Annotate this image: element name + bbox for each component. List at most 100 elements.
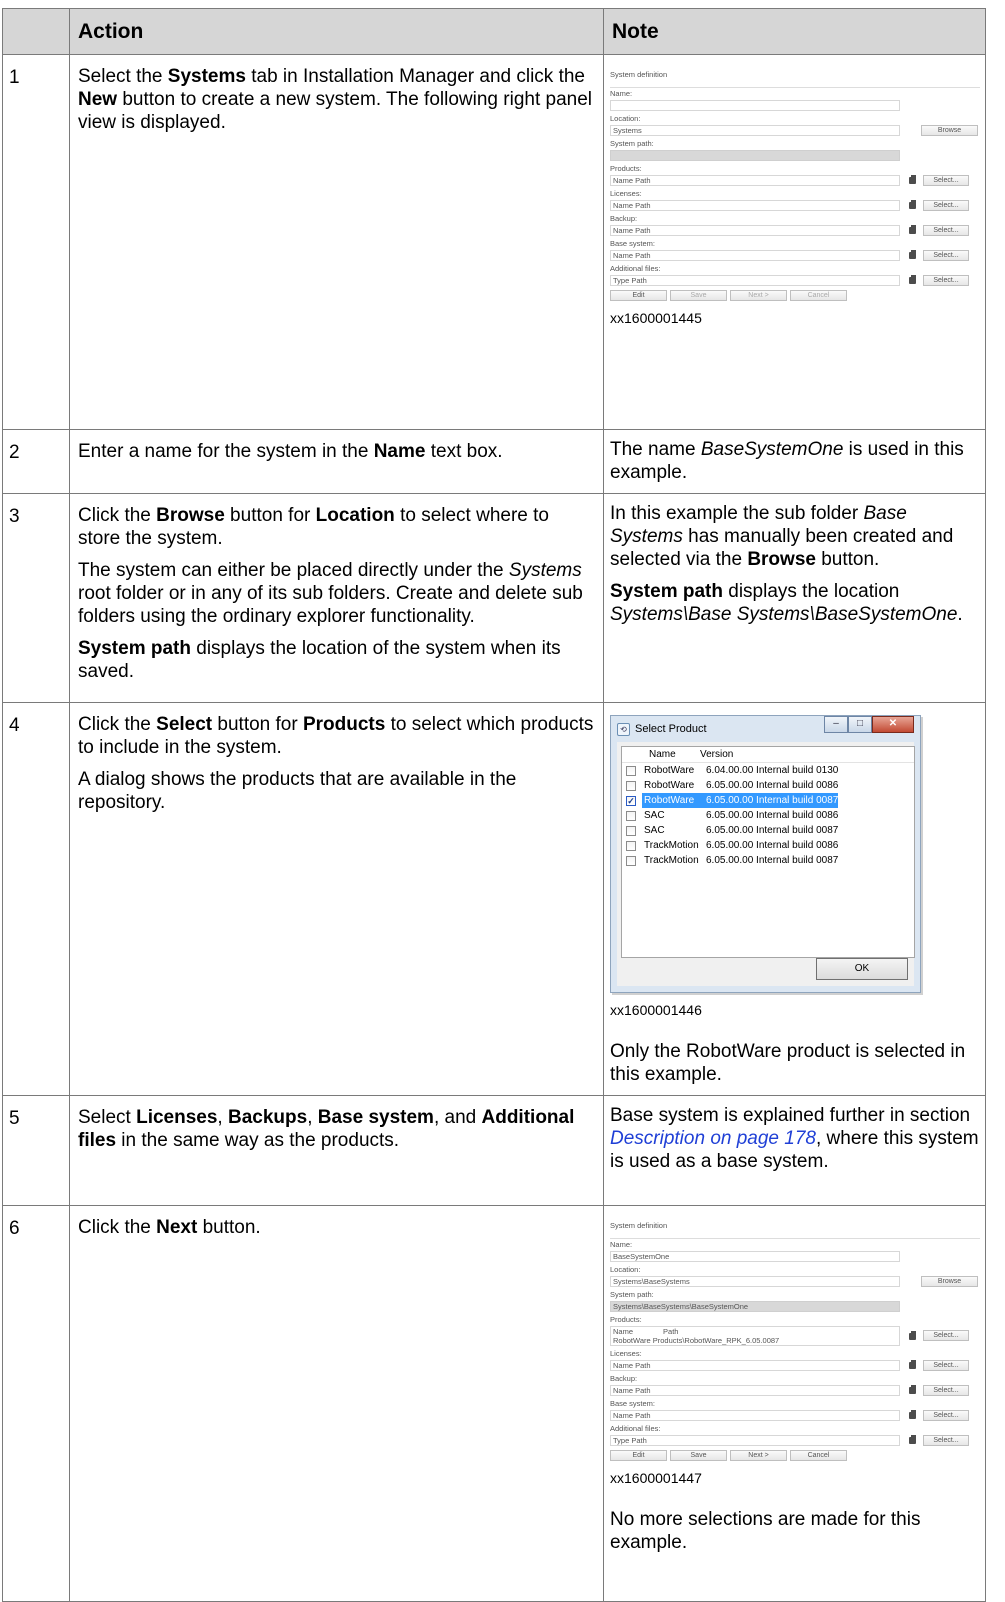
table-row: 4 Click the Select button for Products t… (2, 702, 986, 1096)
clear-icon[interactable] (906, 225, 920, 235)
product-checkbox[interactable]: ✓ (626, 795, 636, 806)
base-system-field[interactable]: Name Path (610, 249, 900, 261)
clear-icon[interactable] (906, 200, 920, 210)
list-item[interactable]: SAC 6.05.00.00 Internal build 0086 (622, 808, 914, 823)
product-version: 6.05.00.00 Internal build 0086 (706, 840, 839, 851)
action-cell: Select Licenses, Backups, Base system, a… (69, 1095, 604, 1206)
additional-files-select-button[interactable]: Select... (923, 1434, 969, 1446)
location-field[interactable]: Systems (610, 124, 900, 136)
base-system-select-button[interactable]: Select... (923, 249, 969, 261)
browse-button[interactable]: Browse (921, 1275, 978, 1287)
products-label: Products: (610, 1315, 642, 1324)
italic-text: Systems (508, 560, 582, 581)
column-name[interactable]: Name (644, 747, 696, 762)
product-list[interactable]: Name Version RobotWare 6.04.00.00 Interna… (621, 746, 915, 958)
licenses-field[interactable]: Name Path (610, 1359, 900, 1371)
licenses-select-button[interactable]: Select... (923, 199, 969, 211)
base-system-row: Name Path Select... (610, 249, 980, 261)
paragraph: Select Licenses, Backups, Base system, a… (78, 1106, 595, 1152)
browse-button[interactable]: Browse (921, 124, 978, 136)
paragraph: Base system is explained further in sect… (610, 1104, 979, 1173)
system-path-label: System path: (610, 139, 654, 148)
action-cell: Click the Next button. (69, 1205, 604, 1602)
figure-caption: xx1600001445 (610, 310, 702, 326)
text-run: button to create a new system. The follo… (78, 89, 592, 133)
product-version: 6.05.00.00 Internal build 0087 (706, 793, 839, 808)
text-run: button. (197, 1217, 261, 1238)
base-system-select-button[interactable]: Select... (923, 1409, 969, 1421)
paragraph: The name BaseSystemOne is used in this e… (610, 438, 979, 484)
close-icon[interactable]: ✕ (872, 716, 914, 733)
product-checkbox[interactable] (626, 765, 636, 776)
save-button[interactable]: Save (670, 290, 727, 301)
base-system-field[interactable]: Name Path (610, 1409, 900, 1421)
backup-field[interactable]: Name Path (610, 1384, 900, 1396)
text-run: displays the location (722, 581, 900, 602)
text-run: button for (224, 505, 316, 526)
name-field[interactable]: BaseSystemOne (610, 1250, 900, 1262)
clear-icon[interactable] (906, 1410, 920, 1420)
list-item[interactable]: ✓ RobotWare 6.05.00.00 Internal build 0087 (622, 793, 914, 808)
list-item[interactable]: RobotWare 6.04.00.00 Internal build 0130 (622, 763, 914, 778)
clear-icon[interactable] (906, 250, 920, 260)
product-name: RobotWare (644, 765, 695, 776)
location-row: Systems Browse (610, 124, 980, 136)
edit-button[interactable]: Edit (610, 1450, 667, 1461)
list-item[interactable]: TrackMotion 6.05.00.00 Internal build 008… (622, 853, 914, 868)
edit-button[interactable]: Edit (610, 290, 667, 301)
product-checkbox[interactable] (626, 810, 636, 821)
list-item[interactable]: RobotWare 6.05.00.00 Internal build 0086 (622, 778, 914, 793)
products-entry: RobotWare Products\RobotWare_RPK_6.05.00… (613, 1335, 780, 1345)
backup-field[interactable]: Name Path (610, 224, 900, 236)
product-checkbox[interactable] (626, 840, 636, 851)
procedure-table: Action Note 1 Select the Systems tab in … (2, 8, 986, 1602)
next-button[interactable]: Next > (730, 1450, 787, 1461)
text-run: Click the (78, 505, 157, 526)
additional-files-select-button[interactable]: Select... (923, 274, 969, 286)
ok-button[interactable]: OK (816, 958, 908, 980)
additional-files-row: Type Path Select... (610, 274, 980, 286)
next-button[interactable]: Next > (730, 290, 787, 301)
licenses-select-button[interactable]: Select... (923, 1359, 969, 1371)
column-version[interactable]: Version (696, 747, 733, 762)
location-field[interactable]: Systems\BaseSystems (610, 1275, 900, 1287)
cancel-button[interactable]: Cancel (790, 1450, 847, 1461)
products-field[interactable]: Name Path RobotWare Products\RobotWare_RPK… (610, 1325, 900, 1346)
name-field[interactable] (610, 99, 900, 111)
paragraph: No more selections are made for this exa… (610, 1508, 979, 1554)
product-checkbox[interactable] (626, 825, 636, 836)
save-button[interactable]: Save (670, 1450, 727, 1461)
cross-reference-link[interactable]: Description on page 178 (610, 1128, 816, 1149)
product-checkbox[interactable] (626, 855, 636, 866)
note-cell: ⟲ Select Product – □ ✕ Name Version Robo… (603, 702, 986, 1096)
clear-icon[interactable] (906, 1435, 920, 1445)
clear-icon[interactable] (906, 1360, 920, 1370)
additional-files-field[interactable]: Type Path (610, 274, 900, 286)
product-name: TrackMotion (644, 840, 699, 851)
clear-icon[interactable] (906, 1385, 920, 1395)
products-select-button[interactable]: Select... (923, 1330, 969, 1341)
list-item[interactable]: SAC 6.05.00.00 Internal build 0087 (622, 823, 914, 838)
backup-select-button[interactable]: Select... (923, 1384, 969, 1396)
clear-icon[interactable] (906, 175, 920, 185)
additional-files-row: Type Path Select... (610, 1434, 980, 1446)
clear-icon[interactable] (906, 1330, 920, 1341)
additional-files-field[interactable]: Type Path (610, 1434, 900, 1446)
paragraph: Click the Browse button for Location to … (78, 504, 595, 550)
clear-icon[interactable] (906, 275, 920, 285)
licenses-field[interactable]: Name Path (610, 199, 900, 211)
maximize-icon[interactable]: □ (848, 716, 872, 733)
dialog-title-bar[interactable]: ⟲ Select Product – □ ✕ (611, 716, 920, 742)
header-action: Action (69, 8, 604, 55)
cancel-button[interactable]: Cancel (790, 290, 847, 301)
paragraph: System path displays the location of the… (78, 637, 595, 683)
products-select-button[interactable]: Select... (923, 174, 969, 186)
italic-text: BaseSystemOne (700, 439, 844, 460)
minimize-icon[interactable]: – (824, 716, 848, 733)
name-label: Name: (610, 1240, 633, 1249)
products-field[interactable]: Name Path (610, 174, 900, 186)
product-checkbox[interactable] (626, 780, 636, 791)
backup-select-button[interactable]: Select... (923, 224, 969, 236)
dialog-title: Select Product (635, 722, 707, 735)
list-item[interactable]: TrackMotion 6.05.00.00 Internal build 008… (622, 838, 914, 853)
